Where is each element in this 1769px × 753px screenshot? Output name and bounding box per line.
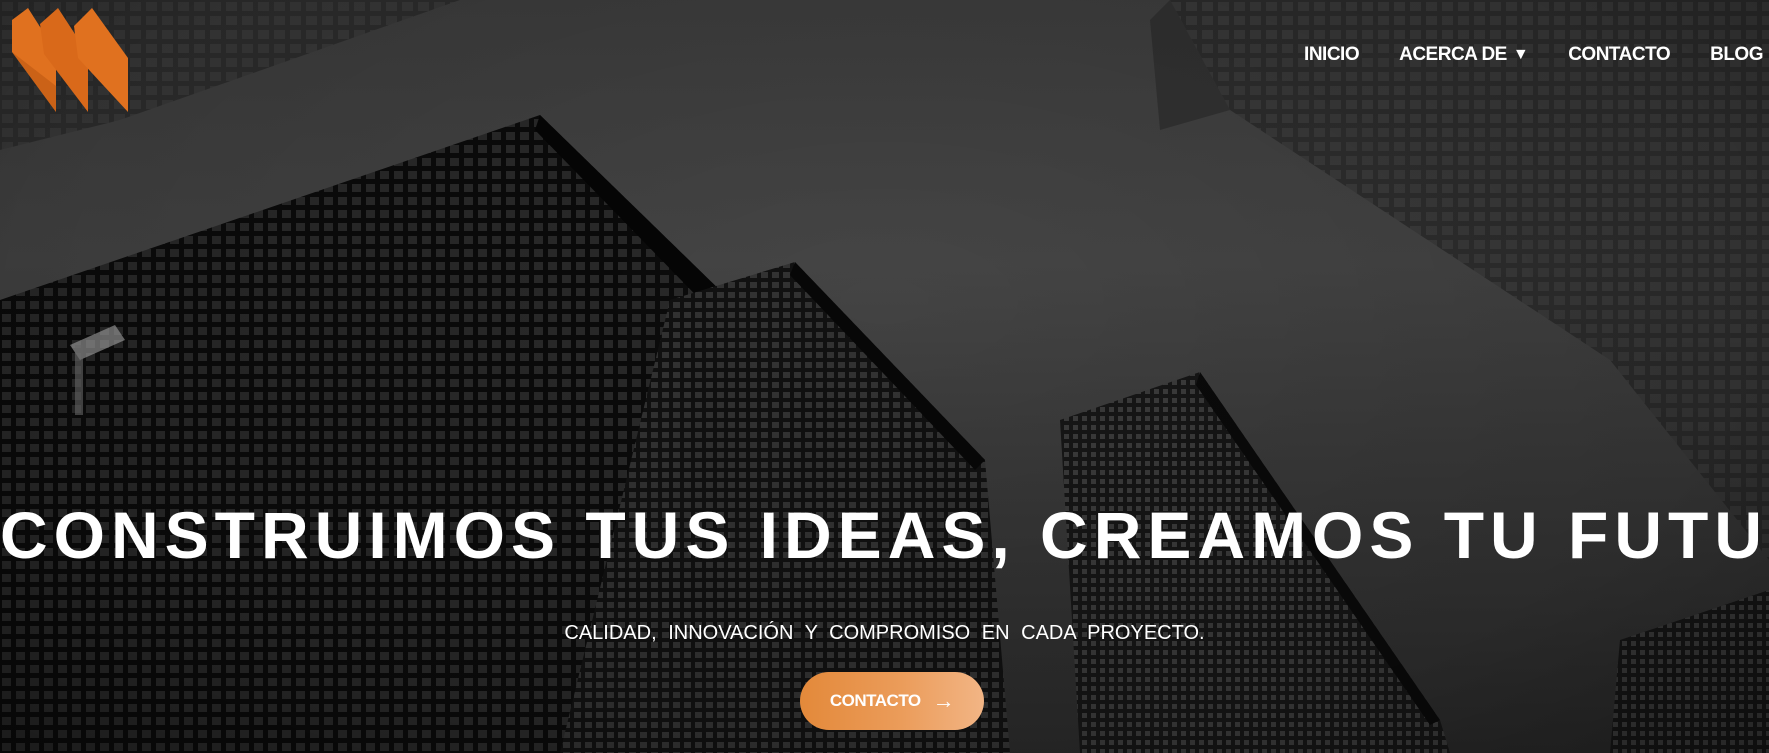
nav-item-label: INICIO [1304,44,1360,65]
arrow-right-icon: → [932,688,955,713]
nav-item-inicio[interactable]: INICIO [1304,44,1360,66]
nav-item-label: BLOG [1710,44,1763,65]
caret-down-icon: ▼ [1512,46,1529,63]
hero-headline: CONSTRUIMOS TUS IDEAS, CREAMOS TU FUTURO [0,498,1769,573]
cta-label: CONTACTO [829,691,921,710]
logo[interactable] [10,8,130,112]
nav-item-label: CONTACTO [1568,44,1671,65]
orange-m-logo-icon [12,8,128,112]
main-nav: INICIO ACERCA DE ▼ CONTACTO BLOG [1304,44,1763,66]
nav-item-label: ACERCA DE [1399,44,1507,65]
nav-item-blog[interactable]: BLOG [1710,44,1763,66]
nav-item-contacto[interactable]: CONTACTO [1568,44,1670,66]
hero-section: INICIO ACERCA DE ▼ CONTACTO BLOG CONSTRU… [0,0,1769,753]
nav-item-acerca-de[interactable]: ACERCA DE ▼ [1399,44,1529,66]
contact-cta-button[interactable]: CONTACTO → [800,672,984,730]
hero-subtitle: CALIDAD, INNOVACIÓN Y COMPROMISO EN CADA… [564,622,1205,644]
